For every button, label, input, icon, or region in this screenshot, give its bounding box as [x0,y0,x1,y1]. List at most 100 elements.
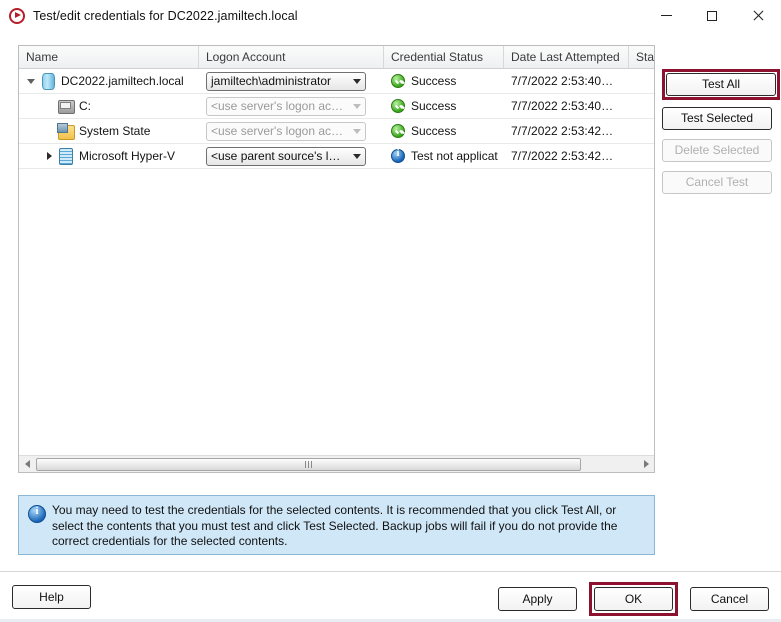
twisty-placeholder [41,94,57,119]
cell-logon-account: <use server's logon ac… [199,94,384,119]
table-row[interactable]: C: <use server's logon ac… Success 7/7/2022… [19,94,654,119]
expand-collapse-right-icon[interactable] [41,144,57,169]
logon-account-dropdown[interactable]: jamiltech\administrator [206,71,366,91]
scrollbar-thumb[interactable] [36,457,581,471]
info-panel-text: You may need to test the credentials for… [52,503,618,548]
close-icon [752,10,764,22]
info-icon-wrap [28,503,52,547]
drive-icon-glyph [58,100,75,114]
column-header-date-last-attempted[interactable]: Date Last Attempted [504,46,629,68]
hyperv-icon [57,148,74,165]
scrollbar-track[interactable] [35,457,638,472]
cell-name: DC2022.jamiltech.local [19,69,199,94]
cell-date-last-attempted: 7/7/2022 2:53:42… [504,119,629,144]
test-all-button[interactable]: Test All [666,73,776,96]
credential-status-label: Success [411,74,457,88]
logon-account-dropdown[interactable]: <use parent source's l… [206,146,366,166]
horizontal-scrollbar[interactable] [19,455,654,472]
app-record-icon [9,7,25,24]
logon-account-dropdown: <use server's logon ac… [206,121,366,141]
ok-button-highlight: OK [589,582,678,616]
column-header-logon-account[interactable]: Logon Account [199,46,384,68]
server-icon [39,73,56,90]
cell-state [629,69,654,94]
column-header-credential-status[interactable]: Credential Status [384,46,504,68]
date-last-attempted-label: 7/7/2022 2:53:40… [511,74,614,88]
test-selected-button[interactable]: Test Selected [662,107,772,130]
table-row[interactable]: Microsoft Hyper-V <use parent source's l…… [19,144,654,169]
column-header-name[interactable]: Name [19,46,199,68]
cancel-test-button: Cancel Test [662,171,772,194]
credentials-list-view[interactable]: Name Logon Account Credential Status Dat… [18,45,655,473]
maximize-icon [707,10,717,21]
minimize-icon [660,15,672,16]
row-name-label: DC2022.jamiltech.local [61,74,184,88]
system-state-icon [57,123,75,140]
success-icon [391,74,405,88]
row-name-label: C: [79,99,91,113]
cell-logon-account: <use server's logon ac… [199,119,384,144]
scroll-right-button[interactable] [638,456,654,472]
success-icon [391,124,405,138]
logon-account-dropdown: <use server's logon ac… [206,96,366,116]
credential-status-label: Test not applicat [411,149,498,163]
chevron-left-icon [24,460,30,468]
cell-credential-status: Success [384,119,504,144]
dropdown-value: <use server's logon ac… [211,99,344,113]
column-header-state[interactable]: State [629,46,654,68]
grip-line [308,460,309,468]
twisty-placeholder [41,119,57,144]
title-bar: Test/edit credentials for DC2022.jamilte… [0,0,781,31]
drive-icon [57,98,75,114]
footer-buttons: Apply OK Cancel [486,582,769,616]
grip-line [311,460,312,468]
cell-state [629,144,654,169]
chevron-down-icon [349,128,365,134]
grip-line [305,460,306,468]
expand-collapse-down-icon[interactable] [23,69,39,94]
test-all-highlight: Test All [662,69,780,100]
cell-state [629,119,654,144]
cell-logon-account: <use parent source's l… [199,144,384,169]
dropdown-value: <use parent source's l… [211,149,341,163]
minimize-button[interactable] [643,0,689,31]
window-title: Test/edit credentials for DC2022.jamilte… [33,8,298,23]
row-name-label: System State [79,124,151,138]
cell-credential-status: Test not applicat [384,144,504,169]
date-last-attempted-label: 7/7/2022 2:53:42… [511,149,614,163]
info-icon [391,148,405,163]
window-controls [643,0,781,31]
cell-credential-status: Success [384,94,504,119]
chevron-down-icon [349,103,365,109]
dialog-content: Name Logon Account Credential Status Dat… [0,31,781,622]
info-icon [28,505,46,523]
chevron-down-icon[interactable] [349,78,365,84]
cell-state [629,94,654,119]
table-row[interactable]: System State <use server's logon ac… Succe… [19,119,654,144]
help-button[interactable]: Help [12,585,91,609]
cell-date-last-attempted: 7/7/2022 2:53:40… [504,69,629,94]
table-row[interactable]: DC2022.jamiltech.local jamiltech\administ… [19,69,654,94]
delete-selected-button: Delete Selected [662,139,772,162]
info-panel: You may need to test the credentials for… [18,495,655,555]
chevron-down-icon[interactable] [349,153,365,159]
close-button[interactable] [735,0,781,31]
dropdown-value: jamiltech\administrator [211,74,332,88]
list-header-row: Name Logon Account Credential Status Dat… [19,46,654,69]
system-state-icon-glyph [58,125,75,140]
credential-status-label: Success [411,99,457,113]
hyperv-icon-glyph [59,148,73,165]
credential-status-label: Success [411,124,457,138]
cell-name: System State [19,119,199,144]
success-icon [391,99,405,113]
cell-credential-status: Success [384,69,504,94]
scroll-left-button[interactable] [19,456,35,472]
cell-date-last-attempted: 7/7/2022 2:53:40… [504,94,629,119]
cell-name: C: [19,94,199,119]
dropdown-value: <use server's logon ac… [211,124,344,138]
maximize-button[interactable] [689,0,735,31]
footer-divider [0,571,781,572]
date-last-attempted-label: 7/7/2022 2:53:42… [511,124,614,138]
cell-name: Microsoft Hyper-V [19,144,199,169]
cell-logon-account: jamiltech\administrator [199,69,384,94]
